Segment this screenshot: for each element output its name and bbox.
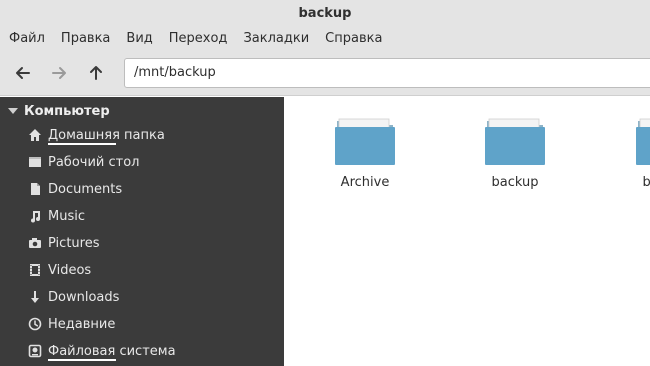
back-button[interactable] bbox=[12, 62, 34, 84]
home-icon bbox=[28, 128, 42, 142]
menu-file[interactable]: Файл bbox=[0, 28, 53, 50]
camera-icon bbox=[28, 236, 42, 250]
window-title: backup bbox=[0, 0, 650, 28]
sidebar-item-videos[interactable]: Videos bbox=[28, 259, 91, 281]
download-icon bbox=[28, 290, 42, 304]
sidebar-item-label: Рабочий стол bbox=[48, 154, 140, 170]
sidebar-section-computer[interactable]: Компьютер bbox=[8, 101, 110, 121]
document-icon bbox=[28, 182, 42, 196]
sidebar-item-label: Videos bbox=[48, 262, 92, 278]
up-button[interactable] bbox=[85, 62, 107, 84]
sidebar: Компьютер Домашняя папка Рабочий стол Do… bbox=[0, 97, 284, 366]
desktop-icon bbox=[28, 155, 42, 169]
folder-item[interactable]: Archive bbox=[315, 117, 415, 190]
arrow-left-icon bbox=[15, 65, 31, 81]
toolbar: /mnt/backup bbox=[0, 50, 650, 96]
caret-down-icon bbox=[8, 108, 18, 114]
folder-icon bbox=[315, 117, 415, 167]
sidebar-item-label: Файловая система bbox=[48, 343, 176, 361]
film-icon bbox=[28, 263, 42, 277]
sidebar-item-label: Downloads bbox=[48, 289, 120, 305]
folder-label: Archive bbox=[340, 175, 390, 190]
underline-bar bbox=[48, 358, 116, 361]
menu-help[interactable]: Справка bbox=[317, 28, 390, 50]
folder-label: backup bbox=[642, 175, 650, 190]
clock-icon bbox=[28, 317, 42, 331]
sidebar-item-label: Домашняя папка bbox=[48, 127, 165, 145]
location-bar[interactable]: /mnt/backup bbox=[124, 58, 650, 88]
file-view: Archive backup backup bbox=[284, 97, 650, 366]
menubar: Файл Правка Вид Переход Закладки Справка bbox=[0, 28, 650, 50]
sidebar-item-label: Music bbox=[48, 208, 85, 224]
sidebar-item-label: Documents bbox=[48, 181, 123, 197]
sidebar-item-documents[interactable]: Documents bbox=[28, 178, 122, 200]
sidebar-item-recent[interactable]: Недавние bbox=[28, 313, 115, 335]
menu-bookmarks[interactable]: Закладки bbox=[235, 28, 317, 50]
folder-item[interactable]: backup bbox=[616, 117, 650, 190]
sidebar-item-label: Pictures bbox=[48, 235, 100, 251]
folder-item[interactable]: backup bbox=[465, 117, 565, 190]
sidebar-item-pictures[interactable]: Pictures bbox=[28, 232, 99, 254]
sidebar-header-label: Компьютер bbox=[24, 103, 110, 119]
sidebar-item-filesystem[interactable]: Файловая система bbox=[28, 340, 176, 362]
music-icon bbox=[28, 209, 42, 223]
sidebar-item-home[interactable]: Домашняя папка bbox=[28, 124, 165, 146]
folder-icon bbox=[616, 117, 650, 167]
arrow-right-icon bbox=[51, 65, 67, 81]
sidebar-item-music[interactable]: Music bbox=[28, 205, 85, 227]
menu-edit[interactable]: Правка bbox=[53, 28, 118, 50]
folder-icon bbox=[465, 117, 565, 167]
menu-go[interactable]: Переход bbox=[161, 28, 236, 50]
sidebar-item-desktop[interactable]: Рабочий стол bbox=[28, 151, 139, 173]
arrow-up-icon bbox=[88, 65, 104, 81]
sidebar-item-label: Недавние bbox=[48, 316, 116, 332]
forward-button[interactable] bbox=[48, 62, 70, 84]
menu-view[interactable]: Вид bbox=[118, 28, 160, 50]
folder-label: backup bbox=[491, 175, 539, 190]
drive-icon bbox=[28, 344, 42, 358]
underline-bar bbox=[48, 142, 116, 145]
sidebar-item-downloads[interactable]: Downloads bbox=[28, 286, 119, 308]
